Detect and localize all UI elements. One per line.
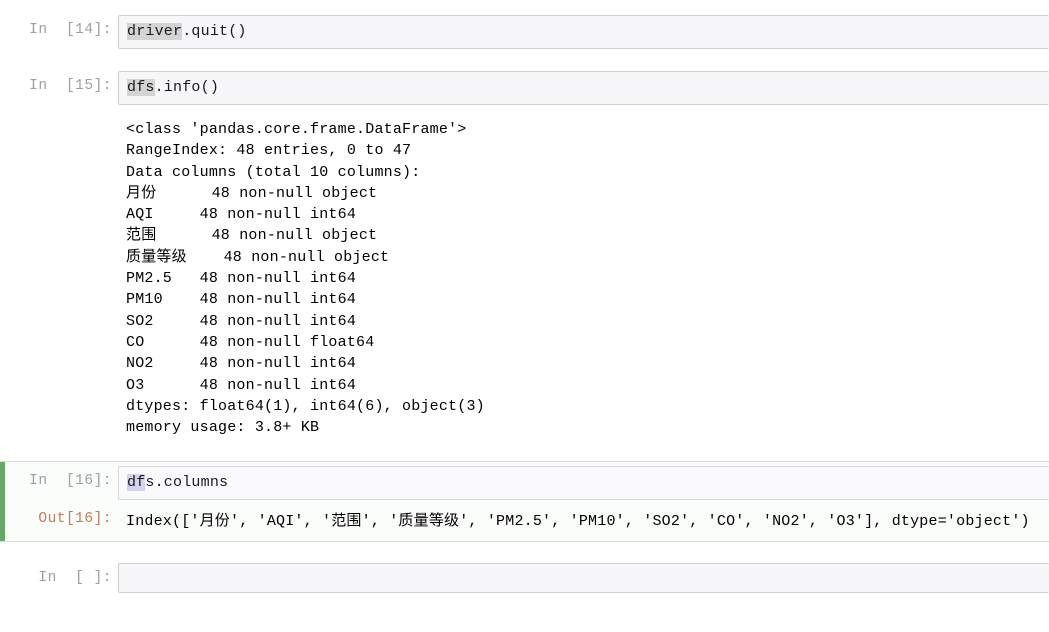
input-prompt-16: In [16]:: [29, 473, 112, 490]
code-cell-empty[interactable]: In [ ]:: [0, 558, 1049, 598]
output-prompt-16: Out[16]:: [38, 511, 112, 528]
code-editor-14[interactable]: driver.quit(): [118, 15, 1049, 49]
code-cell-14[interactable]: In [14]: driver.quit(): [0, 10, 1049, 54]
code-editor-empty[interactable]: [118, 563, 1049, 594]
code-plain-text-14: .quit(): [182, 23, 247, 40]
code-editor-15[interactable]: dfs.info(): [118, 71, 1049, 105]
code-line-16: dfs.columns: [127, 473, 1041, 493]
code-cell-16-output-row: Out[16]: Index(['月份', 'AQI', '范围', '质量等级…: [0, 500, 1049, 535]
code-editor-16[interactable]: dfs.columns: [118, 466, 1049, 501]
output-prompt-spacer-15: [0, 115, 118, 119]
code-highlighted-token-15: dfs: [127, 79, 155, 96]
cell-gap-3: [0, 542, 1049, 558]
code-cell-15[interactable]: In [15]: dfs.info(): [0, 66, 1049, 110]
code-selected-token-16: df: [127, 474, 146, 492]
notebook-container: In [14]: driver.quit() In [15]: dfs.info…: [0, 0, 1049, 632]
cell-gap-2: [0, 445, 1049, 461]
input-prompt-empty: In [ ]:: [38, 570, 112, 587]
code-line-14: driver.quit(): [127, 22, 1041, 42]
output-area-16: Index(['月份', 'AQI', '范围', '质量等级', 'PM2.5…: [118, 504, 1049, 535]
output-cell-15: <class 'pandas.core.frame.DataFrame'> Ra…: [0, 110, 1049, 445]
output-result-text-16: Index(['月份', 'AQI', '范围', '质量等级', 'PM2.5…: [126, 513, 1030, 531]
code-plain-text-16: s.columns: [145, 474, 229, 492]
output-area-15: <class 'pandas.core.frame.DataFrame'> Ra…: [118, 115, 1049, 440]
code-cell-16[interactable]: In [16]: dfs.columns Out[16]: Index(['月份…: [0, 461, 1049, 543]
input-prompt-14: In [14]:: [29, 22, 112, 38]
code-line-15: dfs.info(): [127, 78, 1041, 98]
code-plain-text-15: .info(): [154, 79, 220, 96]
input-prompt-15: In [15]:: [29, 78, 112, 94]
cell-gap-1: [0, 54, 1049, 66]
code-highlighted-token-14: driver: [127, 23, 183, 40]
code-cell-16-input-row[interactable]: In [16]: dfs.columns: [0, 466, 1049, 501]
output-stream-text-15: <class 'pandas.core.frame.DataFrame'> Ra…: [126, 121, 485, 437]
